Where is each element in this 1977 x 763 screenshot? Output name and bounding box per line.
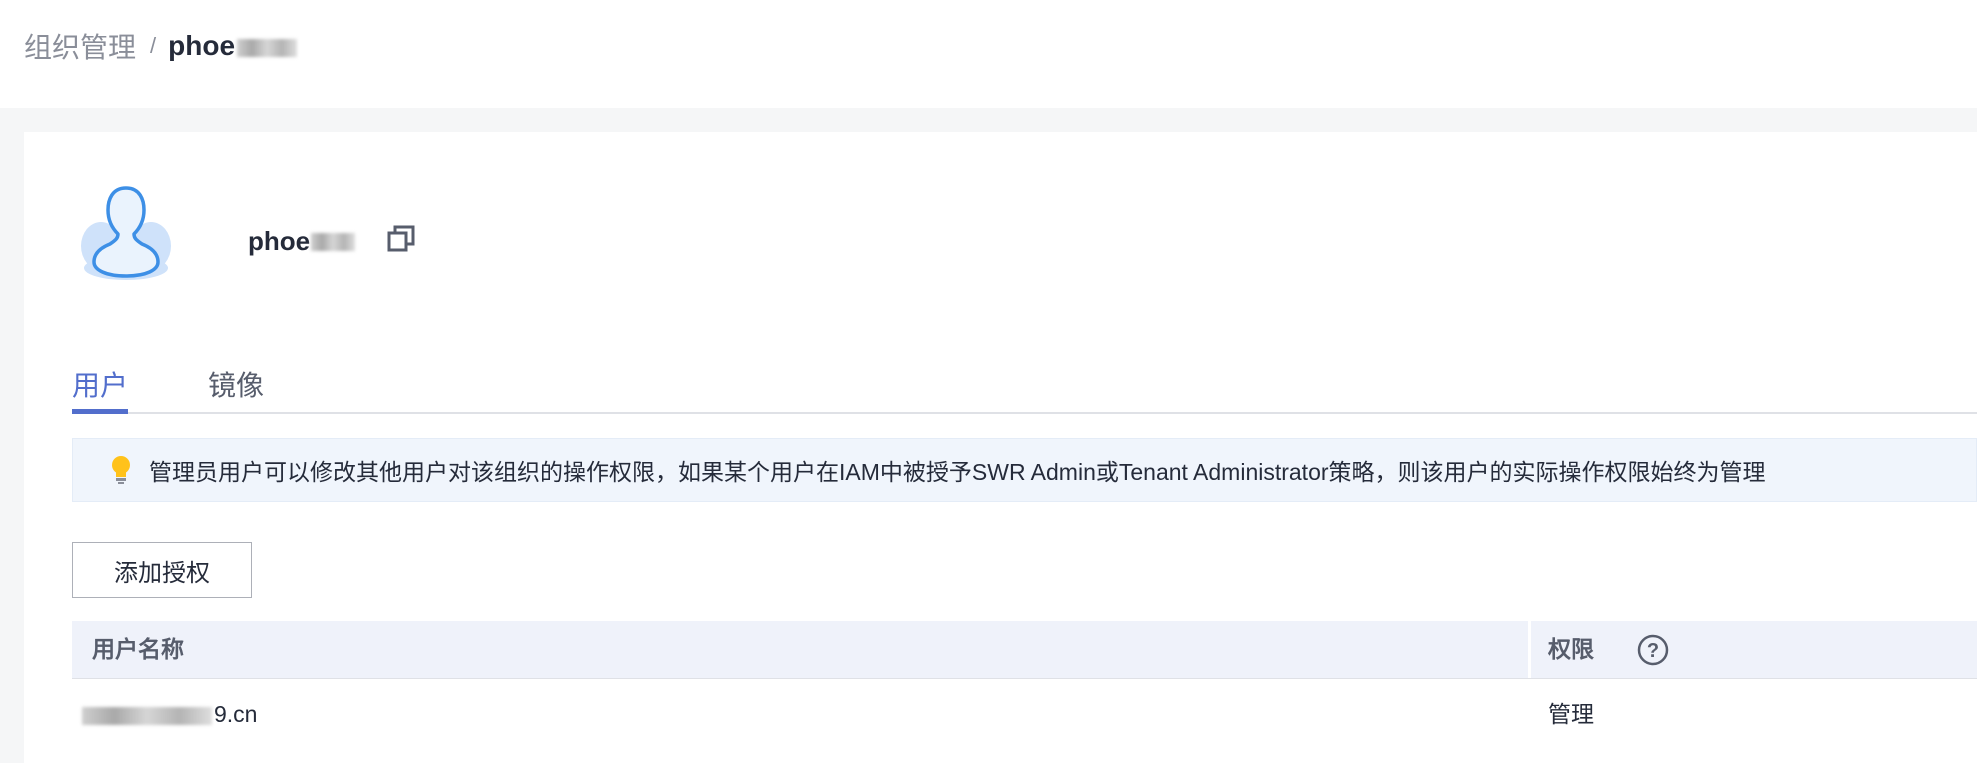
organization-name-text: phoe: [248, 226, 311, 256]
organization-name: phoe: [248, 226, 356, 257]
organization-detail-card: phoe 用户 镜像 管理员用户可以修改其他用户对该组织的操作权限，如果某个用户…: [24, 132, 1977, 763]
breadcrumb-current: phoe: [168, 30, 298, 62]
breadcrumb: 组织管理 / phoe: [24, 26, 298, 66]
column-header-permission: 权限: [1548, 636, 1594, 662]
breadcrumb-separator: /: [150, 33, 157, 58]
column-header-username: 用户名称: [92, 636, 184, 662]
copy-icon[interactable]: [386, 224, 416, 254]
tab-bar: 用户 镜像: [72, 342, 1977, 414]
notice-text: 管理员用户可以修改其他用户对该组织的操作权限，如果某个用户在IAM中被授予SWR…: [149, 459, 1766, 485]
user-avatar-icon: [81, 186, 171, 280]
top-bar: 组织管理 / phoe: [0, 0, 1977, 108]
breadcrumb-current-text: phoe: [168, 30, 236, 61]
lightbulb-icon: [112, 456, 130, 484]
username-cell: 9.cn: [82, 679, 257, 749]
svg-text:?: ?: [1647, 640, 1659, 662]
redacted-username-blur: [82, 706, 212, 725]
add-permission-button[interactable]: 添加授权: [72, 542, 252, 598]
permission-cell: 管理: [1548, 701, 1594, 727]
tab-users[interactable]: 用户: [72, 364, 128, 404]
tab-images-label: 镜像: [208, 370, 265, 401]
column-divider: [1528, 621, 1531, 678]
question-circle-icon[interactable]: ?: [1637, 634, 1669, 666]
table-header: 用户名称 权限 ?: [72, 621, 1977, 679]
redacted-name-blur: [237, 38, 298, 57]
breadcrumb-parent-link[interactable]: 组织管理: [24, 26, 136, 66]
username-text: 9.cn: [214, 701, 258, 727]
redacted-name-blur: [311, 232, 356, 251]
active-tab-indicator: [72, 409, 128, 414]
tab-users-label: 用户: [72, 370, 129, 401]
tab-images[interactable]: 镜像: [208, 364, 264, 404]
table-row: 9.cn 管理: [72, 679, 1977, 749]
info-notice: 管理员用户可以修改其他用户对该组织的操作权限，如果某个用户在IAM中被授予SWR…: [72, 438, 1977, 502]
